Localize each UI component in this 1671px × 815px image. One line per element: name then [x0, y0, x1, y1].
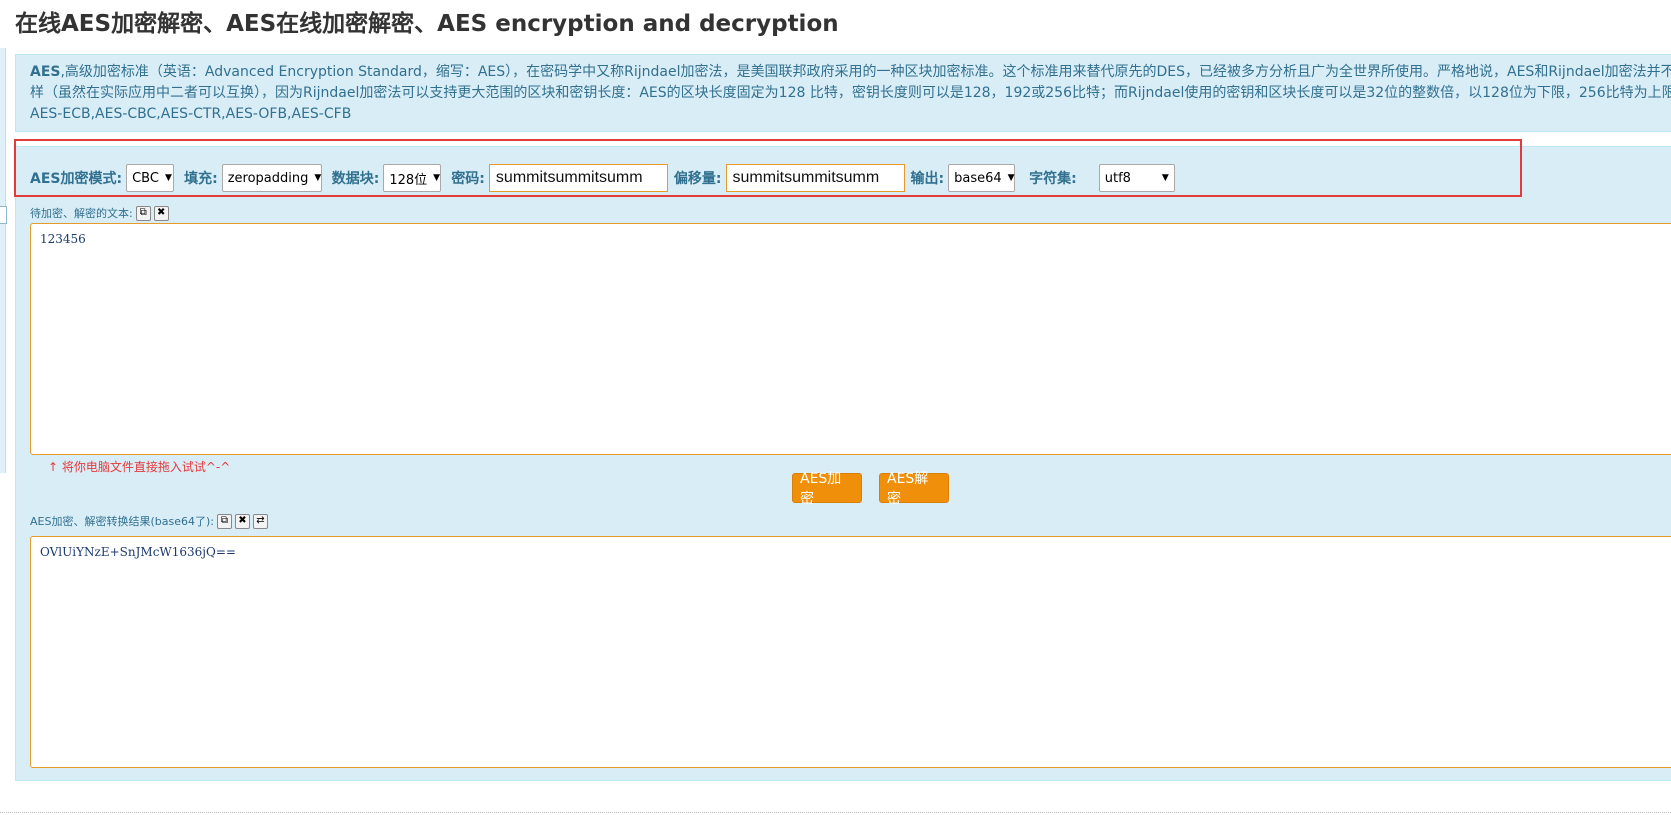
key-input[interactable]: [488, 164, 668, 192]
intro-line-1: AES,高级加密标准（英语：Advanced Encryption Standa…: [30, 62, 1671, 83]
decrypt-button[interactable]: AES解密: [879, 471, 949, 507]
block-size-select-value: 128位: [389, 172, 428, 188]
padding-select-value: zeropadding: [227, 170, 309, 186]
output-label-row: AES加密、解密转换结果(base64了): ⧉ ✖ ⇄: [30, 513, 268, 529]
chevron-down-icon: ▼: [314, 173, 322, 183]
swap-icon[interactable]: ⇄: [252, 513, 268, 529]
intro-strong-aes: AES: [30, 64, 61, 80]
left-sidebar-edge: [0, 48, 6, 473]
padding-label: 填充:: [184, 171, 218, 187]
encrypt-button[interactable]: AES加密: [792, 471, 862, 507]
iv-label: 偏移量:: [673, 171, 722, 187]
settings-row: AES加密模式: CBC ▼ 填充: zeropadding ▼ 数据块: 128位…: [30, 163, 1185, 193]
mode-label: AES加密模式:: [30, 171, 123, 187]
block-size-select[interactable]: 128位 ▼: [383, 164, 442, 192]
input-textarea[interactable]: 123456: [30, 223, 1671, 455]
output-label: AES加密、解密转换结果(base64了):: [30, 515, 214, 528]
intro-line-3: AES-ECB,AES-CBC,AES-CTR,AES-OFB,AES-CFB: [30, 106, 352, 122]
iv-input[interactable]: [725, 164, 905, 192]
footer-divider: [0, 812, 1671, 813]
intro-line-2: 样（虽然在实际应用中二者可以互换），因为Rijndael加密法可以支持更大范围的…: [30, 85, 1671, 101]
charset-select[interactable]: utf8 ▼: [1098, 164, 1175, 192]
intro-line-1-text: ,高级加密标准（英语：Advanced Encryption Standard，…: [60, 64, 1671, 80]
input-label: 待加密、解密的文本:: [30, 207, 133, 220]
output-textarea[interactable]: OVlUiYNzE+SnJMcW1636jQ==: [30, 536, 1671, 768]
chevron-down-icon: ▼: [1161, 173, 1169, 183]
chevron-down-icon: ▼: [1007, 173, 1015, 183]
copy-icon[interactable]: ⧉: [135, 205, 151, 221]
output-format-select-value: base64: [954, 170, 1002, 186]
key-label: 密码:: [451, 171, 485, 187]
drag-file-hint: ↑ 将你电脑文件直接拖入试试^-^: [48, 460, 231, 474]
input-label-row: 待加密、解密的文本: ⧉ ✖: [30, 205, 169, 221]
charset-select-value: utf8: [1104, 170, 1131, 186]
output-format-label: 输出:: [910, 171, 945, 187]
chevron-down-icon: ▼: [164, 173, 172, 183]
page-title: 在线AES加密解密、AES在线加密解密、AES encryption and d…: [15, 11, 839, 37]
padding-select[interactable]: zeropadding ▼: [221, 164, 322, 192]
sidebar-toggle-tab[interactable]: [0, 206, 7, 224]
intro-panel: AES,高级加密标准（英语：Advanced Encryption Standa…: [15, 54, 1671, 132]
chevron-down-icon: ▼: [433, 173, 441, 183]
close-icon[interactable]: ✖: [234, 513, 250, 529]
output-format-select[interactable]: base64 ▼: [948, 164, 1016, 192]
block-label: 数据块:: [331, 171, 380, 187]
mode-select[interactable]: CBC ▼: [126, 164, 175, 192]
mode-select-value: CBC: [132, 170, 159, 186]
copy-icon[interactable]: ⧉: [216, 513, 232, 529]
charset-label: 字符集:: [1029, 171, 1077, 187]
close-icon[interactable]: ✖: [153, 205, 169, 221]
